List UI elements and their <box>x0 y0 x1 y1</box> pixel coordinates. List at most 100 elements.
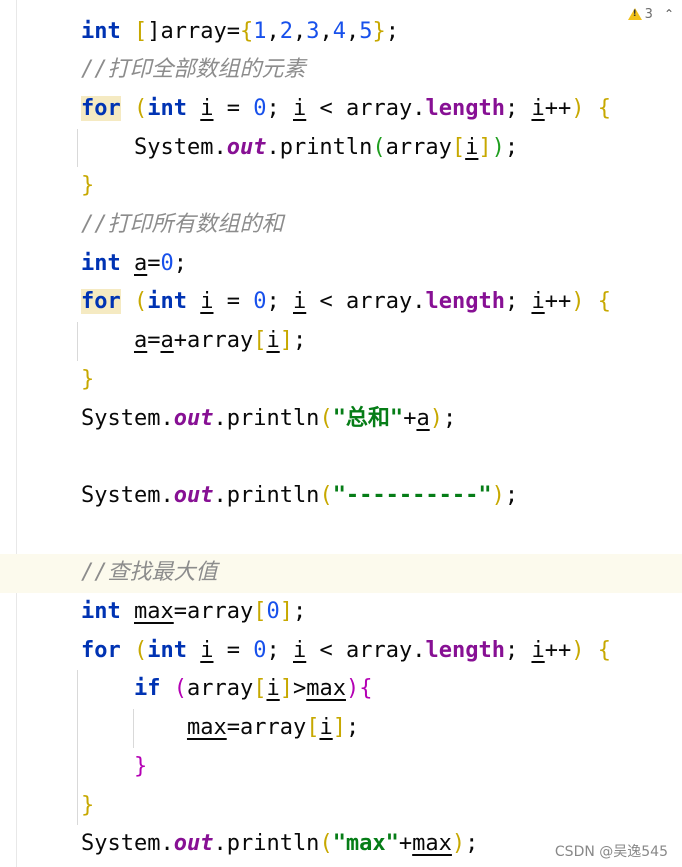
code-token: //打印所有数组的和 <box>81 212 284 237</box>
code-token: = <box>213 95 254 121</box>
code-token: ] <box>279 676 293 702</box>
code-line[interactable]: for (int i = 0; i < array.length; i++) { <box>0 90 682 129</box>
inspection-widget[interactable]: 3 ⌃ <box>627 4 682 24</box>
code-line[interactable]: max=array[i]; <box>0 709 682 748</box>
code-token: ; <box>504 95 532 121</box>
code-token: ++ <box>544 95 572 121</box>
code-line[interactable]: //打印全部数组的元素 <box>0 51 682 90</box>
code-token: 0 <box>253 289 267 315</box>
code-token: .println <box>266 134 373 160</box>
code-token: .println <box>213 482 320 508</box>
code-token: [ <box>451 134 466 160</box>
code-line[interactable]: } <box>0 787 682 826</box>
code-line-text: for (int i = 0; i < array.length; i++) { <box>81 283 611 322</box>
code-token: ] <box>478 134 492 160</box>
code-line[interactable] <box>0 438 682 477</box>
code-line-text: int max=array[0]; <box>81 593 306 632</box>
warning-count: 3 <box>644 6 653 22</box>
code-token: .println <box>213 831 320 857</box>
code-token: System. <box>81 405 174 431</box>
code-line[interactable]: a=a+array[i]; <box>0 322 682 361</box>
code-token: ] <box>332 715 346 741</box>
code-line[interactable]: int max=array[0]; <box>0 593 682 632</box>
code-token: [ <box>134 18 148 44</box>
code-token: ] <box>279 328 293 354</box>
code-token: ; <box>266 95 293 121</box>
code-token: a <box>133 328 148 354</box>
code-token: { <box>359 676 373 702</box>
code-token: a <box>160 328 174 354</box>
code-line[interactable]: for (int i = 0; i < array.length; i++) { <box>0 283 682 322</box>
code-token: i <box>200 289 214 315</box>
code-token: ( <box>372 134 386 160</box>
code-line[interactable]: if (array[i]>max){ <box>0 670 682 709</box>
code-line[interactable]: int a=0; <box>0 245 682 284</box>
code-line-text: a=a+array[i]; <box>81 322 306 361</box>
code-line[interactable]: System.out.println(array[i]); <box>0 129 682 168</box>
code-token: length <box>425 637 505 663</box>
code-token: .println <box>213 405 320 431</box>
code-line[interactable]: for (int i = 0; i < array.length; i++) { <box>0 632 682 671</box>
code-line[interactable] <box>0 516 682 555</box>
code-token: array <box>385 134 452 160</box>
code-token: { <box>597 637 611 663</box>
code-token: out <box>173 405 214 431</box>
code-token: max <box>186 715 227 741</box>
code-token: i <box>531 95 545 121</box>
code-line-text: for (int i = 0; i < array.length; i++) { <box>81 632 611 671</box>
code-token: { <box>597 95 611 121</box>
code-token: ; <box>173 250 187 276</box>
code-line-text: System.out.println("max"+max); <box>81 825 478 864</box>
code-line[interactable]: System.out.println("总和"+a); <box>0 400 682 439</box>
code-token: out <box>173 831 214 857</box>
code-token: ) <box>571 95 585 121</box>
code-token: 0 <box>160 250 174 276</box>
code-token: [ <box>253 328 267 354</box>
watermark: CSDN @吴逸545 <box>554 844 668 860</box>
code-token: for <box>81 637 121 663</box>
code-token: + <box>403 405 417 431</box>
code-token: i <box>465 134 479 160</box>
code-token: } <box>81 366 95 392</box>
code-token: ; <box>442 405 457 431</box>
code-line[interactable]: System.out.println("----------"); <box>0 477 682 516</box>
code-token: ( <box>134 289 148 315</box>
code-token: "max" <box>332 831 399 857</box>
code-token: int <box>147 95 187 121</box>
code-token: ]array= <box>147 18 240 44</box>
chevron-up-icon[interactable]: ⌃ <box>664 7 674 21</box>
code-token: System. <box>81 134 227 160</box>
code-line[interactable]: } <box>0 748 682 787</box>
code-line[interactable]: int []array={1,2,3,4,5}; <box>0 13 682 52</box>
code-token: { <box>597 289 611 315</box>
code-token: "总和" <box>332 405 404 431</box>
indent-guide <box>133 709 134 748</box>
code-token: max <box>412 831 452 857</box>
code-token: ] <box>279 599 293 624</box>
code-token: + <box>398 831 413 857</box>
code-line[interactable]: } <box>0 361 682 400</box>
code-token: [ <box>253 599 267 624</box>
code-token: "----------" <box>332 482 492 508</box>
code-token: , <box>292 18 307 44</box>
code-token: ) <box>451 831 466 857</box>
code-editor[interactable]: int []array={1,2,3,4,5};//打印全部数组的元素 for (… <box>0 0 682 867</box>
code-token: System. <box>81 482 174 508</box>
code-token: =array <box>226 715 307 741</box>
code-token: 4 <box>332 18 346 44</box>
code-line-text: int a=0; <box>81 245 187 284</box>
code-line[interactable]: //查找最大值 <box>0 554 682 593</box>
code-token: [ <box>253 676 267 702</box>
code-token: 0 <box>266 599 280 624</box>
code-line[interactable]: } <box>0 167 682 206</box>
code-token: array <box>186 676 254 702</box>
code-line[interactable]: //打印所有数组的和 <box>0 206 682 245</box>
code-token: ( <box>134 95 148 121</box>
warning-triangle-icon <box>627 8 642 20</box>
code-token: for <box>81 95 121 121</box>
